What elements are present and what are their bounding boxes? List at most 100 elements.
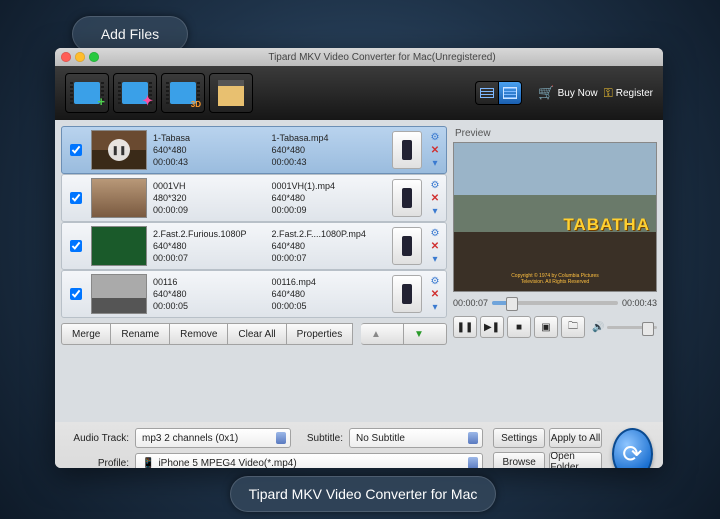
browse-button[interactable]: Browse [493, 452, 545, 468]
preview-screen[interactable]: TABATHA Copyright © 1974 by Columbia Pic… [453, 142, 657, 292]
subtitle-select[interactable]: No Subtitle [349, 428, 483, 448]
seek-slider[interactable] [492, 301, 618, 305]
volume-slider[interactable] [607, 326, 657, 329]
output-device[interactable] [392, 131, 422, 169]
output-device[interactable] [392, 179, 422, 217]
convert-3d-button[interactable]: 3D [161, 73, 205, 113]
convert-button[interactable]: ⟳ [612, 428, 653, 468]
pause-icon: ❚❚ [108, 139, 130, 161]
row-up-button[interactable]: ⚙ [428, 228, 442, 239]
source-info: 2.Fast.2.Furious.1080P640*48000:00:07 [153, 228, 268, 264]
clear-all-button[interactable]: Clear All [228, 323, 286, 345]
edit-video-button[interactable]: ✦ [113, 73, 157, 113]
row-up-button[interactable]: ⚙ [428, 132, 442, 143]
stop-button[interactable]: ■ [507, 316, 531, 338]
profile-select[interactable]: 📱iPhone 5 MPEG4 Video(*.mp4) [135, 453, 483, 468]
row-thumbnail: ❚❚ [91, 130, 147, 170]
app-window: Tipard MKV Video Converter for Mac(Unreg… [55, 48, 663, 468]
list-icon [480, 88, 494, 98]
output-info: 1-Tabasa.mp4640*48000:00:43 [272, 132, 387, 168]
callout-app-name: Tipard MKV Video Converter for Mac [230, 476, 496, 512]
window-zoom-button[interactable] [89, 52, 99, 62]
apply-to-all-button[interactable]: Apply to All [549, 428, 601, 448]
audio-track-select[interactable]: mp3 2 channels (0x1) [135, 428, 291, 448]
preview-credits: Copyright © 1974 by Columbia PicturesTel… [454, 273, 656, 285]
main-toolbar: + ✦ 3D 🛒Buy Now ⚿Register [55, 66, 663, 120]
three-d-icon: 3D [191, 100, 201, 109]
add-files-button[interactable]: + [65, 73, 109, 113]
row-down-button[interactable]: ▾ [428, 254, 442, 265]
merge-button[interactable]: Merge [61, 323, 111, 345]
source-info: 00116640*48000:00:05 [153, 276, 268, 312]
row-checkbox[interactable] [70, 192, 82, 204]
next-frame-button[interactable]: ▶❚ [480, 316, 504, 338]
row-down-button[interactable]: ▾ [428, 302, 442, 313]
buy-now-button[interactable]: 🛒Buy Now [538, 85, 597, 101]
row-down-button[interactable]: ▾ [428, 206, 442, 217]
file-row[interactable]: 00116640*48000:00:0500116.mp4640*48000:0… [61, 270, 447, 318]
preview-overlay-title: TABATHA [563, 215, 650, 235]
row-checkbox[interactable] [70, 240, 82, 252]
output-device[interactable] [392, 227, 422, 265]
row-up-button[interactable]: ⚙ [428, 276, 442, 287]
row-checkbox[interactable] [70, 288, 82, 300]
file-row[interactable]: 2.Fast.2.Furious.1080P640*48000:00:072.F… [61, 222, 447, 270]
row-thumbnail [91, 274, 147, 314]
file-list: ❚❚ 1-Tabasa640*48000:00:431-Tabasa.mp4640… [61, 126, 447, 416]
view-detail-button[interactable] [498, 81, 522, 105]
row-remove-button[interactable]: ✕ [428, 145, 442, 156]
output-info: 00116.mp4640*48000:00:05 [272, 276, 387, 312]
plus-icon: + [97, 94, 105, 109]
snapshot-folder-button[interactable]: 🗀 [561, 316, 585, 338]
output-info: 0001VH(1).mp4640*48000:00:09 [272, 180, 387, 216]
source-info: 1-Tabasa640*48000:00:43 [153, 132, 268, 168]
open-folder-button[interactable]: Open Folder [549, 452, 601, 468]
phone-icon [402, 284, 412, 304]
pause-icon: ❚❚ [457, 322, 474, 333]
move-up-button[interactable]: ▲ [361, 323, 404, 345]
row-down-button[interactable]: ▾ [428, 158, 442, 169]
window-title: Tipard MKV Video Converter for Mac(Unreg… [107, 52, 657, 63]
file-row[interactable]: ❚❚ 1-Tabasa640*48000:00:431-Tabasa.mp4640… [61, 126, 447, 174]
phone-icon [402, 188, 412, 208]
detail-icon [503, 87, 517, 99]
window-close-button[interactable] [61, 52, 71, 62]
settings-button[interactable]: Settings [493, 428, 545, 448]
stop-icon: ■ [516, 322, 522, 333]
row-remove-button[interactable]: ✕ [428, 193, 442, 204]
move-down-button[interactable]: ▼ [404, 323, 447, 345]
camera-icon: ▣ [541, 322, 550, 333]
row-remove-button[interactable]: ✕ [428, 289, 442, 300]
register-button[interactable]: ⚿Register [604, 86, 653, 101]
phone-icon [402, 140, 412, 160]
window-minimize-button[interactable] [75, 52, 85, 62]
row-thumbnail [91, 226, 147, 266]
preview-label: Preview [455, 128, 657, 139]
remove-button[interactable]: Remove [170, 323, 228, 345]
key-icon: ⚿ [604, 86, 613, 101]
row-thumbnail [91, 178, 147, 218]
subtitle-label: Subtitle: [297, 433, 343, 444]
folder-icon: 🗀 [568, 319, 578, 336]
phone-icon [402, 236, 412, 256]
time-current: 00:00:07 [453, 298, 488, 308]
titlebar: Tipard MKV Video Converter for Mac(Unreg… [55, 48, 663, 66]
trim-button[interactable] [209, 73, 253, 113]
callout-add-files: Add Files [72, 16, 188, 52]
profile-label: Profile: [65, 458, 129, 469]
row-remove-button[interactable]: ✕ [428, 241, 442, 252]
output-device[interactable] [392, 275, 422, 313]
row-checkbox[interactable] [70, 144, 82, 156]
wand-icon: ✦ [142, 93, 153, 109]
snapshot-button[interactable]: ▣ [534, 316, 558, 338]
desktop-background: Add Files Tipard MKV Video Converter for… [0, 0, 720, 519]
next-icon: ▶❚ [484, 322, 500, 333]
view-list-button[interactable] [475, 81, 498, 105]
rename-button[interactable]: Rename [111, 323, 170, 345]
row-up-button[interactable]: ⚙ [428, 180, 442, 191]
play-pause-button[interactable]: ❚❚ [453, 316, 477, 338]
file-row[interactable]: 0001VH480*32000:00:090001VH(1).mp4640*48… [61, 174, 447, 222]
clapper-icon [218, 80, 244, 106]
time-total: 00:00:43 [622, 298, 657, 308]
properties-button[interactable]: Properties [287, 323, 354, 345]
